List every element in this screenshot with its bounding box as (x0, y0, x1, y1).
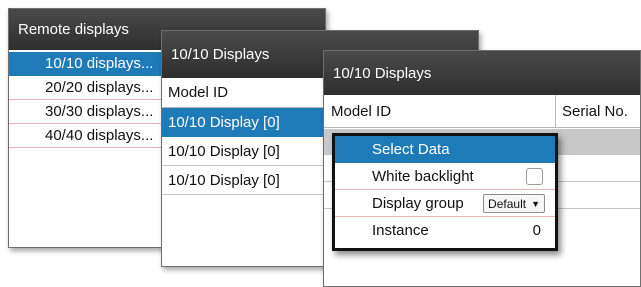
serial-no-column-header[interactable]: Serial No. (555, 95, 640, 127)
instance-value: 0 (532, 222, 541, 239)
display-group-value: Default (488, 196, 527, 211)
instance-menu-item[interactable]: Instance 0 (335, 217, 555, 244)
display-group-dropdown[interactable]: Default ▼ (483, 194, 545, 213)
display-options-menu: Select Data White backlight Display grou… (332, 133, 558, 251)
white-backlight-label: White backlight (372, 167, 474, 185)
display-group-label: Display group (372, 194, 464, 212)
select-data-menu-item[interactable]: Select Data (335, 136, 555, 163)
select-data-label: Select Data (372, 140, 450, 158)
display-group-menu-item[interactable]: Display group Default ▼ (335, 190, 555, 217)
white-backlight-checkbox[interactable] (526, 168, 543, 185)
instance-label: Instance (372, 222, 429, 239)
model-id-column-header[interactable]: Model ID (324, 103, 555, 120)
white-backlight-menu-item[interactable]: White backlight (335, 163, 555, 190)
displays-table-title: 10/10 Displays (324, 51, 640, 95)
chevron-down-icon: ▼ (531, 198, 540, 209)
table-header: Model ID Serial No. (324, 95, 640, 128)
